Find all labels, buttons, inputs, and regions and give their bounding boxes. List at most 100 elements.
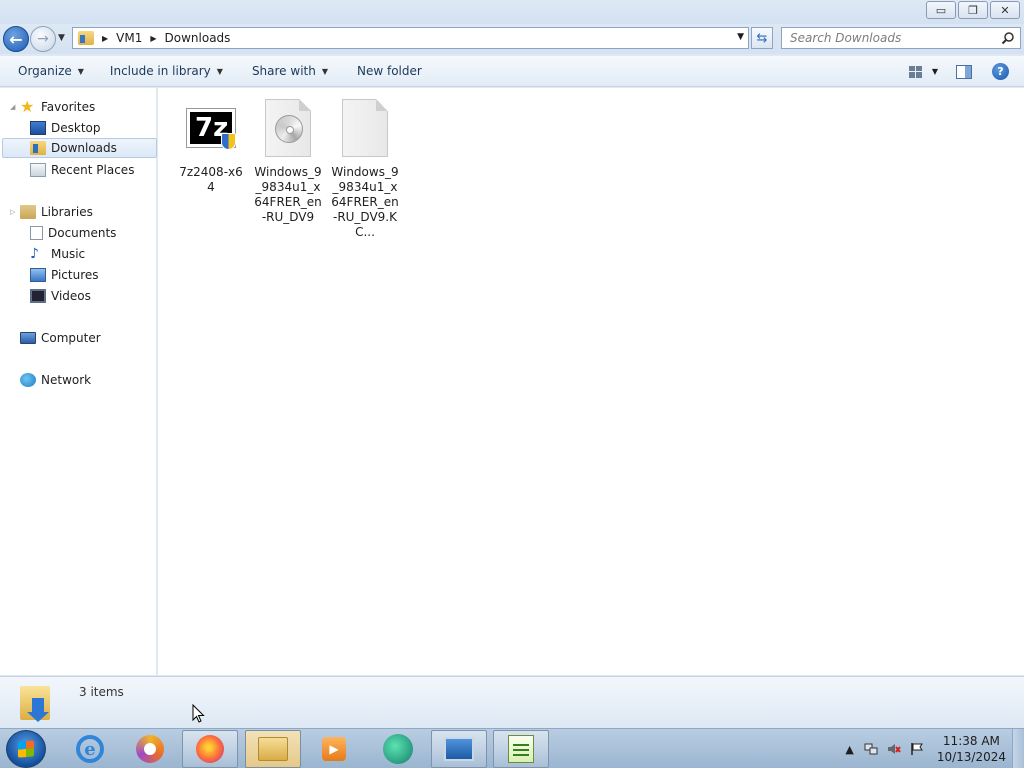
command-bar: Organize ▼ Include in library ▼ Share wi…	[0, 56, 1024, 87]
arrow-right-icon: →	[37, 31, 49, 47]
show-hidden-icons-button[interactable]: ▲	[845, 743, 853, 756]
disc-image-icon	[265, 99, 311, 157]
close-button[interactable]: ✕	[990, 1, 1020, 19]
downloads-folder-icon	[30, 141, 46, 155]
address-bar[interactable]: ▶ VM1 ▶ Downloads ▼	[72, 27, 749, 49]
media-player-icon: ▶	[322, 737, 346, 761]
remote-desktop-icon	[444, 737, 474, 761]
nav-documents-label: Documents	[48, 226, 117, 240]
navigation-pane: ★ Favorites ◢ Desktop Downloads Recent P…	[0, 88, 157, 675]
firefox-icon	[196, 735, 224, 763]
details-pane: 3 items	[0, 676, 1024, 728]
view-options-dropdown-icon[interactable]: ▼	[932, 67, 938, 76]
nav-downloads-label: Downloads	[51, 141, 117, 155]
file-list[interactable]: 7z 7z2408-x64 Windows_9_9834u1_x64FRER_e…	[158, 88, 1024, 675]
nav-recent-places[interactable]: Recent Places	[30, 160, 134, 180]
music-note-icon: ♪	[30, 246, 39, 262]
refresh-button[interactable]: ⇆	[751, 27, 773, 49]
taskbar-browser[interactable]	[122, 730, 178, 768]
clock[interactable]: 11:38 AM 10/13/2024	[937, 733, 1006, 765]
share-with-button[interactable]: Share with ▼	[243, 59, 337, 83]
nav-computer[interactable]: Computer	[20, 328, 101, 348]
nav-libraries[interactable]: Libraries	[20, 202, 93, 222]
help-icon[interactable]: ?	[992, 63, 1009, 80]
file-item[interactable]: 7z 7z2408-x64	[176, 96, 246, 195]
address-dropdown-icon[interactable]: ▼	[737, 32, 744, 42]
show-desktop-button[interactable]	[1012, 729, 1024, 768]
item-count: 3 items	[79, 685, 124, 699]
nav-desktop[interactable]: Desktop	[30, 118, 101, 138]
include-in-library-button[interactable]: Include in library ▼	[101, 59, 232, 83]
taskbar-messenger[interactable]	[370, 730, 426, 768]
maximize-button[interactable]: ❐	[958, 1, 988, 19]
organize-label: Organize	[18, 64, 72, 78]
collapse-arrow-icon[interactable]: ◢	[10, 103, 15, 111]
action-center-flag-icon[interactable]	[910, 742, 924, 756]
new-folder-label: New folder	[357, 64, 422, 78]
volume-muted-icon[interactable]	[887, 742, 901, 756]
file-name: 7z2408-x64	[179, 165, 243, 194]
windows-explorer-icon	[258, 737, 288, 761]
taskbar-notepad-plus-plus[interactable]	[493, 730, 549, 768]
clock-date: 10/13/2024	[936, 750, 1006, 764]
pictures-icon	[30, 268, 46, 282]
nav-pictures[interactable]: Pictures	[30, 265, 99, 285]
arrow-left-icon: ←	[9, 29, 23, 49]
file-name: Windows_9_9834u1_x64FRER_en-RU_DV9	[254, 165, 322, 224]
file-item[interactable]: Windows_9_9834u1_x64FRER_en-RU_DV9.KC...	[330, 96, 400, 240]
taskbar-internet-explorer[interactable]: e	[62, 730, 118, 768]
breadcrumb-separator-icon[interactable]: ▶	[102, 34, 108, 43]
search-box[interactable]	[781, 27, 1021, 49]
mouse-cursor-icon	[192, 704, 205, 723]
breadcrumb-downloads[interactable]: Downloads	[165, 31, 231, 45]
include-in-library-label: Include in library	[109, 64, 211, 78]
file-item[interactable]: Windows_9_9834u1_x64FRER_en-RU_DV9	[253, 96, 323, 225]
share-with-label: Share with	[251, 64, 316, 78]
change-view-icon[interactable]	[908, 65, 922, 78]
nav-documents[interactable]: Documents	[30, 223, 116, 243]
notepad-plus-plus-icon	[508, 735, 534, 763]
nav-music[interactable]: ♪ Music	[30, 244, 85, 264]
nav-downloads[interactable]: Downloads	[2, 138, 157, 158]
downloads-folder-icon	[20, 684, 54, 722]
nav-music-label: Music	[51, 247, 86, 261]
window-titlebar: ▭ ❐ ✕	[0, 0, 1024, 24]
forward-button[interactable]: →	[30, 26, 56, 52]
nav-network[interactable]: Network	[20, 370, 91, 390]
search-icon[interactable]	[1001, 31, 1015, 45]
minimize-button[interactable]: ▭	[926, 1, 956, 19]
recent-pages-dropdown[interactable]: ▼	[58, 33, 65, 43]
breadcrumb-separator-icon[interactable]: ▶	[150, 34, 156, 43]
breadcrumb-vm1[interactable]: VM1	[116, 31, 142, 45]
nav-pictures-label: Pictures	[51, 268, 99, 282]
documents-icon	[30, 226, 43, 240]
taskbar-windows-explorer[interactable]	[245, 730, 301, 768]
computer-icon	[20, 332, 36, 344]
clock-time: 11:38 AM	[942, 734, 1000, 748]
nav-network-label: Network	[41, 373, 92, 387]
nav-computer-label: Computer	[41, 331, 101, 345]
chevron-down-icon: ▼	[77, 66, 84, 76]
nav-videos[interactable]: Videos	[30, 286, 91, 306]
film-icon	[30, 289, 46, 303]
file-thumbnail	[333, 96, 397, 160]
messenger-icon	[383, 734, 413, 764]
new-folder-button[interactable]: New folder	[348, 59, 431, 83]
file-name: Windows_9_9834u1_x64FRER_en-RU_DV9.KC...	[331, 165, 399, 239]
organize-button[interactable]: Organize ▼	[9, 59, 93, 83]
generic-file-icon	[342, 99, 388, 157]
network-icon[interactable]	[864, 742, 878, 756]
preview-pane-icon[interactable]	[956, 64, 972, 79]
back-button[interactable]: ←	[3, 26, 29, 52]
start-button[interactable]	[6, 730, 46, 768]
nav-favorites[interactable]: ★ Favorites	[20, 97, 95, 117]
nav-favorites-label: Favorites	[41, 100, 96, 114]
expand-arrow-icon[interactable]: ▷	[10, 208, 15, 216]
taskbar-firefox[interactable]	[182, 730, 238, 768]
taskbar-media-player[interactable]: ▶	[306, 730, 362, 768]
taskbar-remote-desktop[interactable]	[431, 730, 487, 768]
search-input[interactable]	[790, 31, 995, 45]
downloads-folder-icon	[78, 31, 94, 45]
taskbar: e ▶ ▲ 11:38 AM 10/13/2024	[0, 728, 1024, 768]
star-icon: ★	[20, 97, 35, 116]
